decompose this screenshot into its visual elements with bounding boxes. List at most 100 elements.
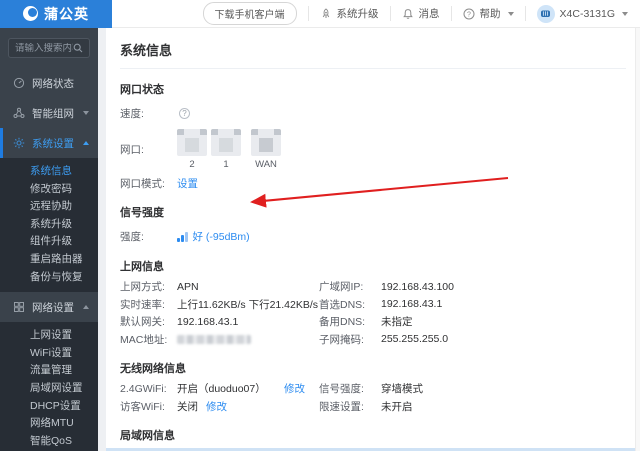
field-value: APN bbox=[177, 278, 319, 296]
sidebar-item-label: 系统设置 bbox=[32, 136, 74, 151]
wan-port: WAN bbox=[251, 129, 281, 170]
header-divider bbox=[308, 6, 309, 21]
speed-row: 速度: ? bbox=[120, 106, 626, 121]
speed-label: 速度: bbox=[120, 106, 177, 121]
wan-info-grid: 上网方式: APN 广域网IP: 192.168.43.100 实时速率: 上行… bbox=[120, 278, 626, 348]
messages-button[interactable]: 消息 bbox=[402, 6, 440, 21]
sidebar-item-traffic-management[interactable]: 流量管理 bbox=[0, 362, 98, 380]
guest-wifi-modify-link[interactable]: 修改 bbox=[206, 399, 227, 414]
chevron-up-icon bbox=[83, 141, 89, 145]
sidebar-item-backup-restore[interactable]: 备份与恢复 bbox=[0, 269, 98, 287]
field-label: 信号强度: bbox=[319, 380, 381, 398]
header-actions: 下载手机客户端 系统升级 消息 ? 帮助 X4C-3131G bbox=[203, 2, 640, 25]
sidebar-item-label: 网络状态 bbox=[32, 76, 74, 91]
sidebar-item-system-settings[interactable]: 系统设置 bbox=[0, 128, 98, 158]
field-value: 开启（duoduo07） bbox=[177, 381, 266, 396]
field-value: 上行11.62KB/s 下行21.42KB/s bbox=[177, 296, 319, 314]
section-title-signal: 信号强度 bbox=[120, 204, 626, 220]
sidebar-item-remote-assist[interactable]: 远程协助 bbox=[0, 198, 98, 216]
sidebar-item-network-settings[interactable]: 网络设置 bbox=[0, 292, 98, 322]
account-menu-button[interactable]: X4C-3131G bbox=[537, 5, 628, 23]
field-value: 192.168.43.100 bbox=[381, 278, 626, 296]
port-icons: 2 1 WAN bbox=[177, 129, 281, 170]
search-icon[interactable] bbox=[73, 43, 83, 53]
sidebar-item-label: 智能组网 bbox=[32, 106, 74, 121]
logo-text: 蒲公英 bbox=[44, 4, 89, 24]
header-divider bbox=[525, 6, 526, 21]
field-label: 实时速率: bbox=[120, 296, 177, 314]
port-mode-label: 网口模式: bbox=[120, 176, 177, 191]
gauge-icon bbox=[13, 77, 25, 89]
wifi-modify-link[interactable]: 修改 bbox=[284, 381, 305, 396]
field-label: 广域网IP: bbox=[319, 278, 381, 296]
ethernet-port-icon bbox=[177, 129, 207, 156]
port-label: 2 bbox=[189, 159, 194, 170]
wireless-info-grid: 2.4GWiFi: 开启（duoduo07） 修改 信号强度: 穿墙模式 访客W… bbox=[120, 380, 626, 415]
chevron-up-icon bbox=[83, 305, 89, 309]
field-label: 限速设置: bbox=[319, 398, 381, 416]
chevron-down-icon bbox=[622, 12, 628, 16]
field-label: 上网方式: bbox=[120, 278, 177, 296]
sidebar-item-system-upgrade[interactable]: 系统升级 bbox=[0, 216, 98, 234]
port-mode-settings-link[interactable]: 设置 bbox=[177, 176, 198, 191]
mac-address-redacted bbox=[177, 331, 319, 349]
sidebar-item-smart-network[interactable]: 智能组网 bbox=[0, 98, 98, 128]
field-value: 穿墙模式 bbox=[381, 380, 626, 398]
grid-icon bbox=[13, 301, 25, 313]
field-label: 默认网关: bbox=[120, 313, 177, 331]
app-logo[interactable]: 蒲公英 bbox=[0, 0, 112, 28]
system-upgrade-button[interactable]: 系统升级 bbox=[320, 6, 379, 21]
field-label: 备用DNS: bbox=[319, 313, 381, 331]
field-label: MAC地址: bbox=[120, 331, 177, 349]
section-title-wireless: 无线网络信息 bbox=[120, 360, 626, 376]
bell-icon bbox=[402, 8, 414, 20]
help-label: 帮助 bbox=[480, 6, 501, 21]
field-value: 关闭 bbox=[177, 399, 198, 414]
section-title-wan-info: 上网信息 bbox=[120, 258, 626, 274]
device-name-label: X4C-3131G bbox=[560, 8, 615, 20]
sidebar-item-dhcp-settings[interactable]: DHCP设置 bbox=[0, 398, 98, 416]
sidebar-item-smart-qos[interactable]: 智能QoS bbox=[0, 433, 98, 451]
sidebar-item-reboot-router[interactable]: 重启路由器 bbox=[0, 251, 98, 269]
field-value: 未开启 bbox=[381, 398, 626, 416]
chevron-down-icon bbox=[508, 12, 514, 16]
router-icon bbox=[540, 8, 551, 19]
system-upgrade-label: 系统升级 bbox=[337, 6, 379, 21]
guest-wifi-cell: 关闭 修改 bbox=[177, 398, 319, 416]
help-tooltip-icon[interactable]: ? bbox=[179, 108, 190, 119]
signal-strength-label: 强度: bbox=[120, 229, 177, 244]
system-settings-submenu: 系统信息 修改密码 远程协助 系统升级 组件升级 重启路由器 备份与恢复 bbox=[0, 158, 98, 292]
sidebar-item-wifi-settings[interactable]: WiFi设置 bbox=[0, 345, 98, 363]
field-value: 255.255.255.0 bbox=[381, 331, 626, 349]
sidebar-item-component-upgrade[interactable]: 组件升级 bbox=[0, 233, 98, 251]
port-mode-row: 网口模式: 设置 bbox=[120, 176, 626, 191]
messages-label: 消息 bbox=[419, 6, 440, 21]
download-mobile-client-button[interactable]: 下载手机客户端 bbox=[203, 2, 297, 25]
sidebar-item-change-password[interactable]: 修改密码 bbox=[0, 181, 98, 199]
ports-label: 网口: bbox=[120, 142, 177, 157]
search-input[interactable] bbox=[15, 43, 73, 54]
top-bar: 蒲公英 下载手机客户端 系统升级 消息 ? 帮助 X4C-3131G bbox=[0, 0, 640, 28]
field-value: 未指定 bbox=[381, 313, 626, 331]
help-menu-button[interactable]: ? 帮助 bbox=[463, 6, 514, 21]
field-label: 访客WiFi: bbox=[120, 398, 177, 416]
sidebar-item-lan-settings[interactable]: 局域网设置 bbox=[0, 380, 98, 398]
lan-port-2: 2 bbox=[177, 129, 207, 170]
page-title: 系统信息 bbox=[120, 35, 626, 69]
sidebar-item-network-status[interactable]: 网络状态 bbox=[0, 68, 98, 98]
device-avatar bbox=[537, 5, 555, 23]
header-divider bbox=[451, 6, 452, 21]
ports-row: 网口: 2 1 WAN bbox=[120, 129, 626, 170]
sidebar-item-system-info[interactable]: 系统信息 bbox=[0, 163, 98, 181]
scrollbar[interactable] bbox=[635, 28, 640, 451]
field-label: 2.4GWiFi: bbox=[120, 380, 177, 398]
sidebar-search[interactable] bbox=[8, 38, 90, 58]
port-label: 1 bbox=[223, 159, 228, 170]
lan-port-1: 1 bbox=[211, 129, 241, 170]
sidebar: 网络状态 智能组网 系统设置 系统信息 修改密码 远程协助 系统升级 组件升级 … bbox=[0, 28, 98, 451]
signal-strength-value[interactable]: 好 (-95dBm) bbox=[193, 229, 250, 244]
network-settings-submenu: 上网设置 WiFi设置 流量管理 局域网设置 DHCP设置 网络MTU 智能Qo… bbox=[0, 322, 98, 451]
field-value: 192.168.43.1 bbox=[381, 296, 626, 314]
sidebar-item-wan-settings[interactable]: 上网设置 bbox=[0, 327, 98, 345]
sidebar-item-network-mtu[interactable]: 网络MTU bbox=[0, 415, 98, 433]
